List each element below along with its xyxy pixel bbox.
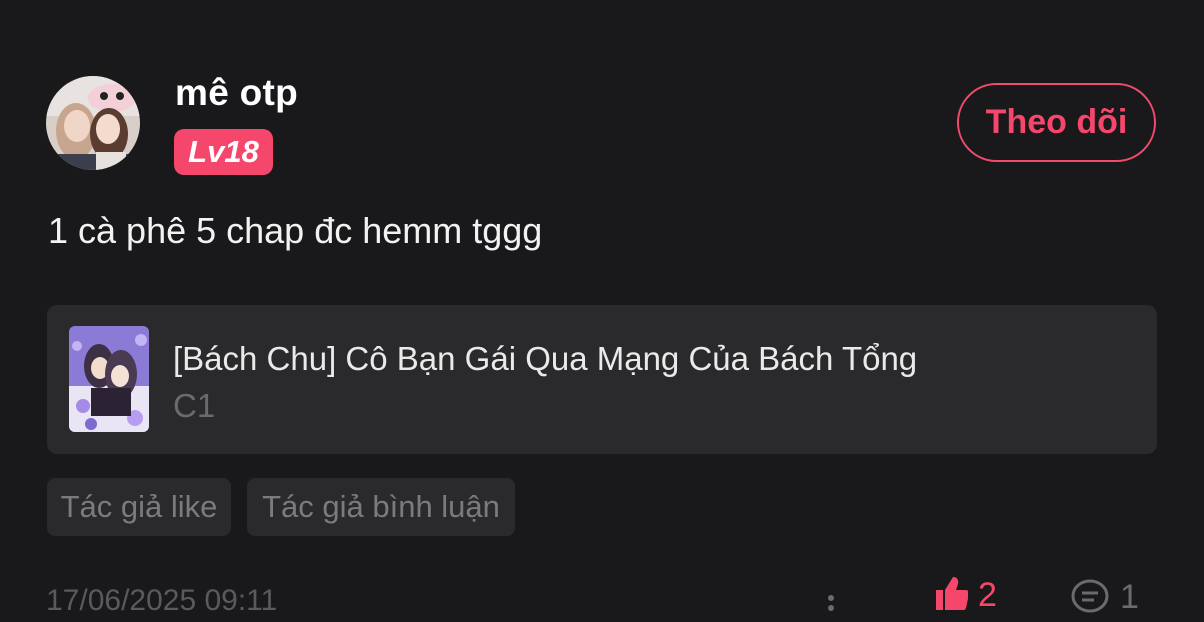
comment-bubble-icon (1071, 579, 1109, 613)
follow-button[interactable]: Theo dõi (957, 83, 1156, 162)
author-comment-tag: Tác giả bình luận (247, 478, 515, 536)
manga-card[interactable]: [Bách Chu] Cô Bạn Gái Qua Mạng Của Bách … (47, 305, 1157, 454)
comment-count: 1 (1120, 578, 1139, 616)
thumbs-up-icon (936, 577, 968, 610)
comment-text: 1 cà phê 5 chap đc hemm tggg (48, 210, 543, 251)
like-button[interactable]: 2 (932, 576, 997, 615)
like-count: 2 (978, 576, 997, 614)
comment-button[interactable]: 1 (1070, 578, 1139, 617)
manga-cover-image (69, 326, 149, 432)
more-options-button[interactable] (826, 588, 836, 622)
manga-chapter: C1 (173, 387, 216, 424)
post-timestamp: 17/06/2025 09:11 (46, 584, 278, 617)
more-dots-icon (828, 595, 834, 611)
author-like-tag: Tác giả like (47, 478, 231, 536)
manga-title[interactable]: [Bách Chu] Cô Bạn Gái Qua Mạng Của Bách … (173, 340, 917, 378)
user-avatar[interactable] (46, 76, 140, 170)
username[interactable]: mê otp (175, 72, 298, 114)
level-badge: Lv18 (174, 129, 273, 175)
